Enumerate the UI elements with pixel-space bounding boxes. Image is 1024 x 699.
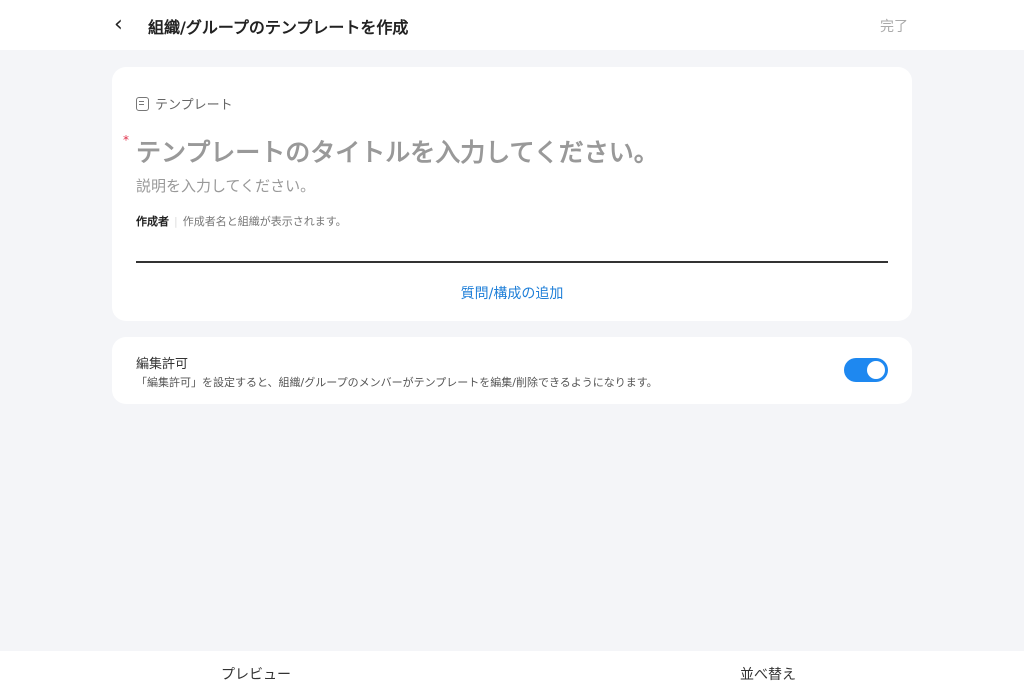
- done-button[interactable]: 完了: [880, 16, 908, 36]
- author-separator: |: [174, 215, 178, 228]
- title-input[interactable]: テンプレートのタイトルを入力してください。: [136, 133, 659, 169]
- author-hint: 作成者名と組織が表示されます。: [182, 215, 347, 228]
- template-icon: [136, 96, 149, 111]
- preview-button[interactable]: プレビュー: [0, 651, 512, 699]
- author-row: 作成者 | 作成者名と組織が表示されます。: [136, 213, 347, 229]
- edit-permission-description: 「編集許可」を設定すると、組織/グループのメンバーがテンプレートを編集/削除でき…: [136, 376, 658, 389]
- reorder-button[interactable]: 並べ替え: [512, 651, 1024, 699]
- footer-bar: プレビュー 並べ替え: [0, 651, 1024, 699]
- template-type-label: テンプレート: [136, 94, 233, 113]
- edit-permission-card: 編集許可 「編集許可」を設定すると、組織/グループのメンバーがテンプレートを編集…: [112, 337, 912, 404]
- page-title: 組織/グループのテンプレートを作成: [148, 18, 409, 37]
- toggle-knob: [867, 361, 885, 379]
- add-question-button[interactable]: 質問/構成の追加: [112, 283, 912, 303]
- author-label: 作成者: [136, 215, 169, 228]
- back-chevron-icon[interactable]: ‹: [114, 12, 123, 37]
- required-mark: *: [123, 133, 129, 147]
- template-card: テンプレート * テンプレートのタイトルを入力してください。 説明を入力してくだ…: [112, 67, 912, 321]
- edit-permission-title: 編集許可: [136, 357, 189, 372]
- description-input[interactable]: 説明を入力してください。: [136, 175, 315, 196]
- edit-permission-toggle[interactable]: [844, 358, 888, 382]
- divider: [136, 261, 888, 263]
- header-bar: ‹ 組織/グループのテンプレートを作成 完了: [0, 0, 1024, 50]
- template-type-text: テンプレート: [155, 98, 233, 113]
